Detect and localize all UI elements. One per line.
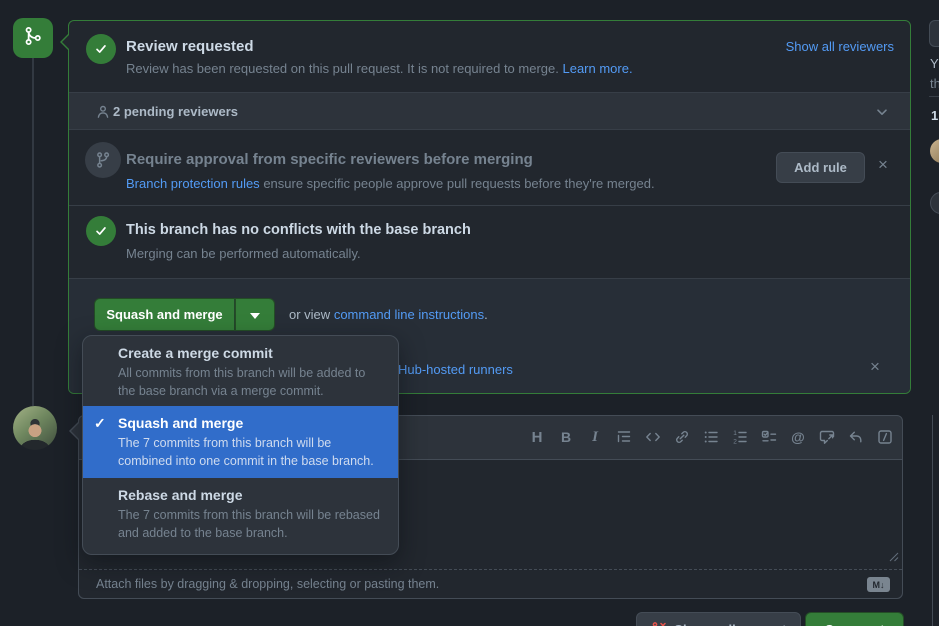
add-rule-button[interactable]: Add rule (776, 152, 865, 183)
reply-icon[interactable] (848, 429, 864, 445)
branch-protection-rules-link[interactable]: Branch protection rules (126, 176, 260, 191)
menu-item-create-merge-commit[interactable]: Create a merge commit All commits from t… (83, 336, 398, 406)
timeline-line (32, 58, 34, 406)
right-rail-border (932, 415, 933, 626)
comment-label: Comment (825, 622, 885, 626)
hosted-runners-link[interactable]: Hub-hosted runners (398, 362, 513, 377)
right-rail-text-1: Y (930, 56, 939, 71)
right-rail-text-2: th (930, 76, 939, 91)
markdown-toolbar: H B I 12 @ (529, 429, 893, 445)
user-avatar (13, 406, 57, 450)
menu-item-title: Rebase and merge (118, 487, 382, 503)
learn-more-link[interactable]: Learn more. (562, 61, 632, 76)
no-conflicts-title: This branch has no conflicts with the ba… (126, 222, 471, 238)
menu-item-desc: The 7 commits from this branch will be r… (118, 506, 386, 542)
person-icon (95, 104, 111, 125)
tasklist-icon[interactable] (761, 429, 777, 445)
attach-files-hint: Attach files by dragging & dropping, sel… (96, 577, 439, 591)
cross-reference-icon[interactable] (819, 429, 835, 445)
attach-files-bar[interactable]: Attach files by dragging & dropping, sel… (79, 569, 902, 598)
unordered-list-icon[interactable] (703, 429, 719, 445)
right-rail-avatar (930, 139, 939, 163)
pending-reviewers-label: 2 pending reviewers (113, 104, 238, 119)
chevron-down-icon[interactable] (874, 104, 890, 125)
git-merge-icon (23, 26, 43, 51)
bold-icon[interactable]: B (558, 429, 574, 445)
show-all-reviewers-link[interactable]: Show all reviewers (786, 39, 894, 54)
runners-close-icon[interactable]: × (870, 359, 880, 375)
merge-method-dropdown: Create a merge commit All commits from t… (82, 335, 399, 555)
cli-hint: or view command line instructions. (289, 307, 488, 322)
svg-text:1: 1 (733, 430, 737, 437)
git-merge-badge (13, 18, 53, 58)
git-branch-icon (85, 142, 121, 178)
right-rail-divider (929, 96, 939, 97)
merge-options-caret-button[interactable] (235, 298, 275, 331)
close-pull-request-button[interactable]: Close pull request (636, 612, 801, 626)
review-check-icon (86, 34, 116, 64)
mention-icon[interactable]: @ (790, 429, 806, 445)
markdown-icon: M↓ (867, 577, 890, 592)
box-caret-fill (62, 33, 71, 51)
conflicts-check-icon (86, 216, 116, 246)
squash-merge-label: Squash and merge (106, 307, 222, 322)
menu-item-rebase-and-merge[interactable]: Rebase and merge The 7 commits from this… (83, 478, 398, 554)
svg-text:2: 2 (733, 439, 737, 446)
menu-item-desc: All commits from this branch will be add… (118, 364, 386, 400)
italic-icon[interactable]: I (587, 429, 603, 445)
review-requested-title: Review requested (126, 38, 254, 55)
squash-and-merge-button[interactable]: Squash and merge (94, 298, 235, 331)
protection-title: Require approval from specific reviewers… (126, 151, 533, 168)
menu-item-squash-and-merge[interactable]: ✓ Squash and merge The 7 commits from th… (83, 406, 398, 478)
no-conflicts-body: Merging can be performed automatically. (126, 246, 361, 261)
protection-body: Branch protection rules ensure specific … (126, 176, 655, 191)
quote-icon[interactable] (616, 429, 632, 445)
pending-reviewers-row[interactable]: 2 pending reviewers (69, 92, 910, 130)
dropdown-caret-icon (250, 307, 260, 322)
code-icon[interactable] (645, 429, 661, 445)
comment-caret-fill (71, 422, 80, 440)
slash-command-icon[interactable] (877, 429, 893, 445)
right-rail-reaction-icon[interactable] (930, 192, 939, 214)
command-line-instructions-link[interactable]: command line instructions (334, 307, 484, 322)
add-rule-label: Add rule (794, 160, 847, 175)
link-icon[interactable] (674, 429, 690, 445)
comment-button[interactable]: Comment (805, 612, 904, 626)
menu-item-title: Squash and merge (118, 415, 382, 431)
protection-close-icon[interactable]: × (878, 157, 888, 173)
section-divider (69, 205, 910, 206)
ordered-list-icon[interactable]: 12 (732, 429, 748, 445)
pr-closed-icon (651, 621, 667, 626)
pr-merge-screen: Review requested Review has been request… (0, 0, 939, 626)
right-rail-count: 1 (931, 108, 938, 123)
right-rail-box-sliver (929, 20, 939, 47)
review-requested-body: Review has been requested on this pull r… (126, 61, 633, 76)
menu-item-title: Create a merge commit (118, 345, 382, 361)
merge-button-group: Squash and merge or view command line in… (94, 298, 488, 331)
heading-icon[interactable]: H (529, 429, 545, 445)
menu-item-desc: The 7 commits from this branch will be c… (118, 434, 386, 470)
close-pr-label: Close pull request (674, 622, 787, 626)
selected-check-icon: ✓ (94, 415, 106, 432)
resize-handle[interactable] (889, 549, 899, 567)
